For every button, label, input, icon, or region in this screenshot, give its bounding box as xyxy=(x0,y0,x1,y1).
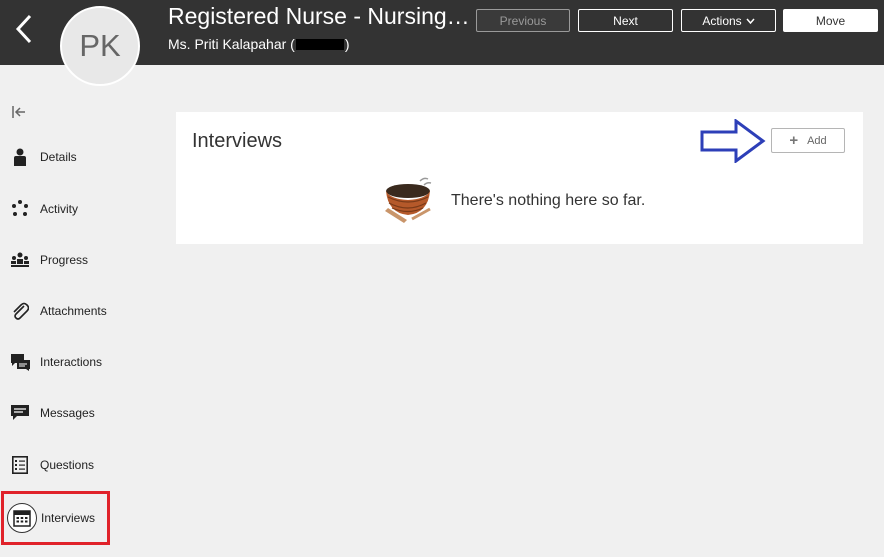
back-chevron-icon[interactable] xyxy=(12,12,36,46)
activity-icon xyxy=(10,199,30,219)
sidebar-item-label: Messages xyxy=(40,406,95,420)
checklist-icon xyxy=(10,455,30,475)
actions-button[interactable]: Actions xyxy=(681,9,776,32)
add-interview-button[interactable]: + Add xyxy=(771,128,845,153)
sidebar-item-details[interactable]: Details xyxy=(0,137,150,177)
sidebar-item-interactions[interactable]: Interactions xyxy=(0,342,150,382)
sidebar-item-label: Progress xyxy=(40,253,89,267)
candidate-name: Ms. Priti Kalapahar () xyxy=(168,36,350,52)
sidebar-item-attachments[interactable]: Attachments xyxy=(0,291,150,331)
person-icon xyxy=(10,147,30,167)
sidebar: Details Activity Progress Attachments In… xyxy=(0,65,165,557)
plus-icon: + xyxy=(789,132,799,149)
message-icon xyxy=(10,403,30,423)
sidebar-item-label: Interactions xyxy=(40,355,103,369)
annotation-arrow-icon xyxy=(700,119,766,163)
interactions-icon xyxy=(10,352,30,372)
sidebar-item-label: Details xyxy=(40,150,77,164)
sidebar-item-messages[interactable]: Messages xyxy=(0,393,150,433)
move-button[interactable]: Move xyxy=(783,9,878,32)
sidebar-item-label: Questions xyxy=(40,458,95,472)
chevron-down-icon xyxy=(746,18,755,24)
empty-nest-icon xyxy=(385,177,432,223)
previous-button[interactable]: Previous xyxy=(476,9,570,32)
sidebar-item-questions[interactable]: Questions xyxy=(0,445,150,485)
empty-state-message: There's nothing here so far. xyxy=(451,192,646,209)
next-button[interactable]: Next xyxy=(578,9,673,32)
calendar-icon xyxy=(7,503,37,533)
sidebar-item-activity[interactable]: Activity xyxy=(0,189,150,229)
redacted-id xyxy=(295,39,344,50)
sidebar-item-label: Interviews xyxy=(41,511,96,525)
collapse-sidebar-icon[interactable] xyxy=(11,105,27,119)
page-title: Registered Nurse - Nursing… xyxy=(168,3,470,29)
sidebar-item-label: Attachments xyxy=(40,304,107,318)
paperclip-icon xyxy=(10,301,30,321)
sidebar-item-interviews[interactable]: Interviews xyxy=(1,491,110,545)
sidebar-item-label: Activity xyxy=(40,202,79,216)
progress-icon xyxy=(10,250,30,270)
sidebar-item-progress[interactable]: Progress xyxy=(0,240,150,280)
section-title: Interviews xyxy=(192,130,283,152)
avatar: PK xyxy=(60,6,140,86)
